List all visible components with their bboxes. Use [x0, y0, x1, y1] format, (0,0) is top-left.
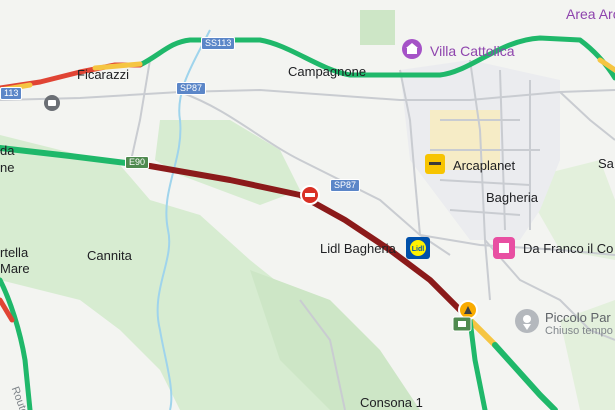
place-status: Chiuso tempo	[545, 325, 613, 337]
place-da-franco[interactable]: Da Franco il Co	[523, 241, 613, 256]
green-area	[360, 10, 395, 45]
place-lidl[interactable]: Lidl Bagheria	[320, 241, 396, 256]
restaurant-icon[interactable]	[492, 236, 516, 260]
camera-icon[interactable]	[43, 94, 61, 112]
venue-icon[interactable]	[514, 308, 540, 334]
map-canvas[interactable]: Area Arc Villa Cattolica Ficarazzi Campa…	[0, 0, 615, 410]
place-villa-cattolica[interactable]: Villa Cattolica	[430, 43, 515, 59]
landmark-icon[interactable]	[401, 38, 423, 60]
road-shield-ss113: SS113	[201, 37, 236, 50]
place-edge-bottom: ne	[0, 160, 15, 175]
lidl-logo-icon[interactable]: Lidl	[405, 236, 431, 260]
place-bagheria: Bagheria	[486, 190, 539, 205]
place-area-arco: Area Arc	[566, 6, 615, 22]
road-shield-sp87: SP87	[330, 179, 361, 192]
place-rtella: rtella	[0, 245, 29, 260]
place-edge-top: da	[0, 143, 15, 158]
place-ficarazzi: Ficarazzi	[77, 67, 130, 82]
svg-text:Lidl: Lidl	[412, 246, 424, 253]
shop-icon[interactable]	[424, 153, 446, 175]
map-base	[0, 10, 615, 410]
road-shield-edge: 113	[0, 87, 23, 100]
place-piccolo-par[interactable]: Piccolo Par	[545, 310, 611, 325]
place-consona: Consona 1	[360, 395, 423, 410]
incident-icon[interactable]	[300, 185, 320, 205]
road-shield-sp87: SP87	[176, 82, 207, 95]
place-cannita: Cannita	[87, 248, 132, 263]
place-arcaplanet[interactable]: Arcaplanet	[453, 158, 515, 173]
place-mare: Mare	[0, 261, 30, 276]
place-sa: Sa	[598, 156, 614, 171]
place-campagnone: Campagnone	[288, 64, 367, 79]
junction-icon	[452, 316, 472, 332]
road-shield-e90: E90	[125, 156, 150, 169]
